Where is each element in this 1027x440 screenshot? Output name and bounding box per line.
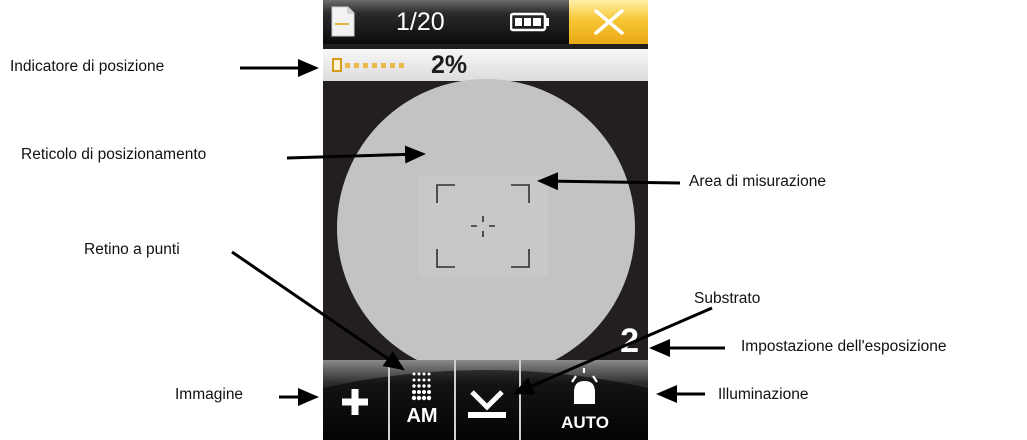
- label-substrate: Substrato: [694, 290, 761, 307]
- exposure-setting[interactable]: 2: [599, 321, 639, 361]
- illumination-button[interactable]: AUTO: [521, 360, 648, 440]
- substrate-button[interactable]: [456, 360, 519, 440]
- close-icon: [593, 9, 624, 35]
- label-exposure-setting: Impostazione dell'esposizione: [741, 338, 947, 355]
- plus-icon: [342, 389, 368, 415]
- dot-screen-label: AM: [406, 405, 438, 427]
- top-bar: 1/20: [323, 0, 648, 44]
- image-button[interactable]: [323, 360, 388, 440]
- dot-screen-button[interactable]: AM: [390, 360, 454, 440]
- bottom-toolbar: AM AUTO: [323, 360, 648, 440]
- battery-icon: [510, 12, 549, 32]
- position-indicator-bar: 2%: [323, 49, 648, 81]
- document-icon[interactable]: [331, 6, 355, 37]
- label-position-indicator: Indicatore di posizione: [10, 58, 165, 75]
- label-illumination: Illuminazione: [718, 386, 809, 403]
- label-dot-screen: Retino a punti: [84, 241, 180, 258]
- dot-grid-icon: [411, 372, 432, 401]
- label-positioning-reticle: Reticolo di posizionamento: [21, 146, 207, 163]
- device-screen: 1/20 2% 2 AM AUTO: [323, 0, 648, 440]
- illumination-label: AUTO: [561, 413, 609, 432]
- close-button[interactable]: [569, 0, 648, 44]
- position-indicator: [332, 58, 404, 72]
- position-percent: 2%: [431, 51, 468, 79]
- page-counter: 1/20: [396, 8, 445, 36]
- label-measurement-area: Area di misurazione: [689, 173, 826, 190]
- substrate-icon: [468, 390, 506, 418]
- label-image: Immagine: [175, 386, 244, 403]
- measurement-area: [418, 176, 548, 276]
